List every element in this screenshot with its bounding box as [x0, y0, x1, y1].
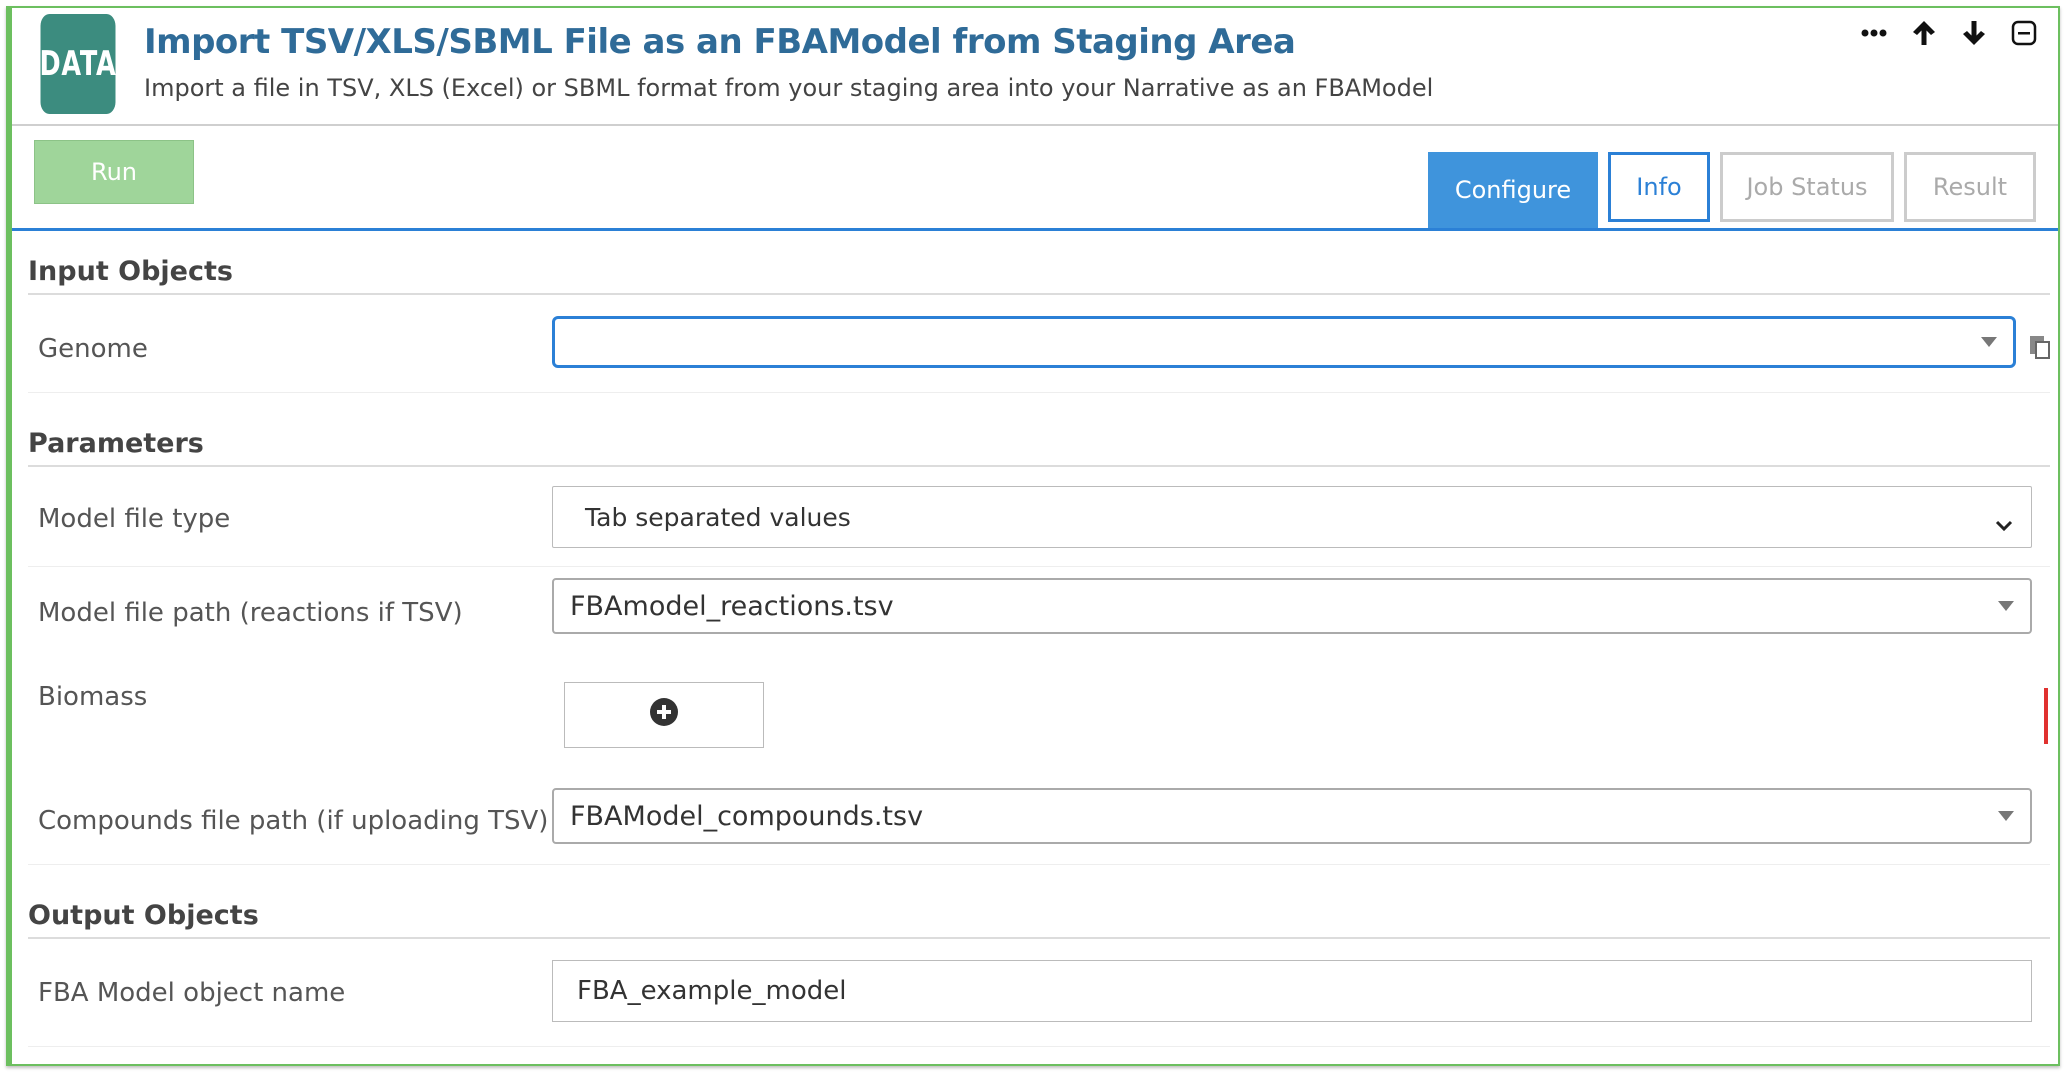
section-output-objects: Output Objects	[28, 900, 2050, 939]
section-parameters: Parameters	[28, 428, 2050, 467]
cell-toolbar: Run Configure Info Job Status Result	[12, 126, 2058, 231]
genome-label: Genome	[38, 334, 148, 364]
chevron-down-icon	[1998, 811, 2014, 821]
model-file-path-label: Model file path (reactions if TSV)	[38, 598, 463, 628]
genome-row: Genome	[28, 304, 2050, 393]
chevron-down-icon	[1995, 509, 2013, 538]
biomass-row: Biomass	[28, 668, 2050, 768]
compounds-file-path-select[interactable]: FBAModel_compounds.tsv	[552, 788, 2032, 844]
fba-model-name-label: FBA Model object name	[38, 978, 346, 1008]
model-file-path-row: Model file path (reactions if TSV) FBAmo…	[28, 570, 2050, 658]
tab-result[interactable]: Result	[1904, 152, 2036, 222]
compounds-file-path-row: Compounds file path (if uploading TSV) F…	[28, 776, 2050, 865]
copy-icon[interactable]	[2028, 334, 2052, 364]
run-button[interactable]: Run	[34, 140, 194, 204]
cell-controls	[1856, 16, 2042, 50]
genome-select[interactable]	[552, 316, 2016, 368]
arrow-down-icon[interactable]	[1956, 16, 1992, 50]
chevron-down-icon	[1998, 601, 2014, 611]
tab-configure[interactable]: Configure	[1428, 152, 1598, 228]
app-subtitle: Import a file in TSV, XLS (Excel) or SBM…	[144, 74, 1434, 102]
ellipsis-icon[interactable]	[1856, 16, 1892, 50]
app-title: Import TSV/XLS/SBML File as an FBAModel …	[144, 22, 1296, 62]
add-biomass-button[interactable]	[564, 682, 764, 748]
model-file-path-select[interactable]: FBAmodel_reactions.tsv	[552, 578, 2032, 634]
tab-info[interactable]: Info	[1608, 152, 1710, 222]
section-input-objects: Input Objects	[28, 256, 2050, 295]
collapse-icon[interactable]	[2006, 16, 2042, 50]
biomass-label: Biomass	[38, 682, 148, 712]
model-file-type-select[interactable]: Tab separated values	[552, 486, 2032, 548]
model-file-type-row: Model file type Tab separated values	[28, 478, 2050, 567]
fba-model-name-row: FBA Model object name FBA_example_model	[28, 950, 2050, 1047]
chevron-down-icon	[1981, 337, 1997, 347]
arrow-up-icon[interactable]	[1906, 16, 1942, 50]
model-file-type-label: Model file type	[38, 504, 231, 534]
compounds-file-path-label: Compounds file path (if uploading TSV)	[38, 806, 549, 836]
view-tabs: Configure Info Job Status Result	[1428, 152, 2036, 228]
app-cell: DATA Import TSV/XLS/SBML File as an FBAM…	[6, 6, 2060, 1066]
fba-model-name-input[interactable]: FBA_example_model	[552, 960, 2032, 1022]
plus-circle-icon	[649, 697, 679, 734]
tab-job-status[interactable]: Job Status	[1720, 152, 1894, 222]
data-badge: DATA	[39, 14, 116, 114]
validation-marker	[2044, 688, 2048, 744]
cell-header: DATA Import TSV/XLS/SBML File as an FBAM…	[12, 8, 2058, 126]
